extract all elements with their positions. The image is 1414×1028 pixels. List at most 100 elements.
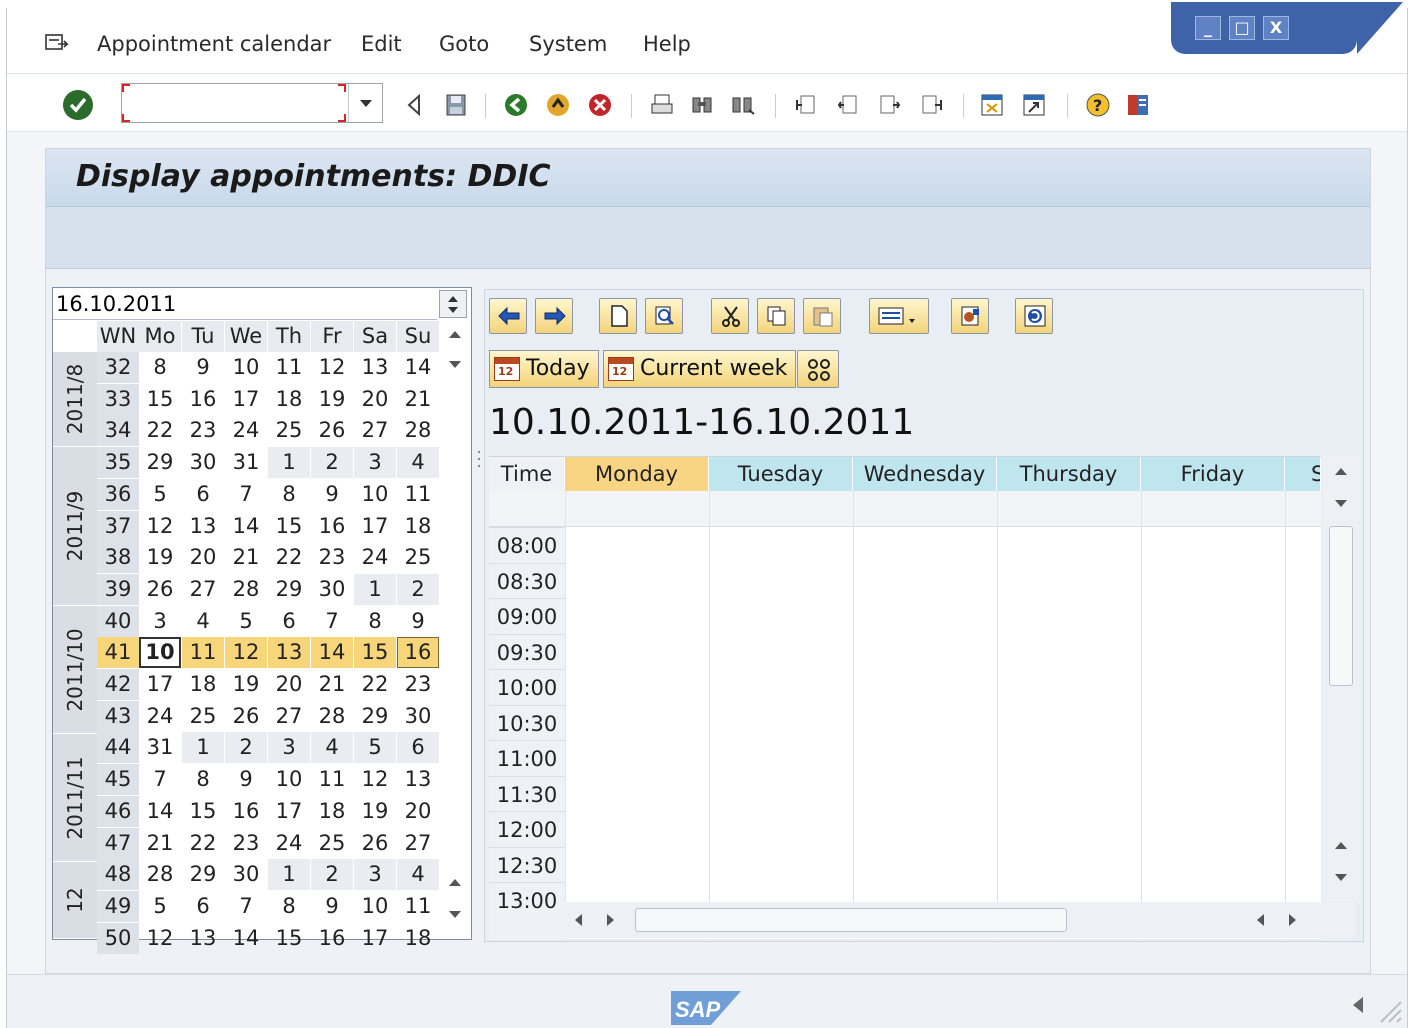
- day-cell[interactable]: 25: [397, 542, 439, 573]
- day-cell[interactable]: 14: [225, 923, 267, 954]
- day-cell[interactable]: 31: [139, 732, 181, 763]
- maximize-button[interactable]: □: [1229, 16, 1255, 40]
- cancel-icon[interactable]: [587, 92, 613, 118]
- week-number[interactable]: 34: [97, 415, 139, 447]
- day-cell[interactable]: 30: [311, 574, 353, 605]
- day-cell[interactable]: 16: [397, 637, 439, 669]
- view-select-button[interactable]: [869, 298, 929, 334]
- menu-edit[interactable]: Edit: [361, 32, 402, 56]
- scroll-down-icon[interactable]: [1335, 874, 1347, 881]
- exit-icon[interactable]: [545, 92, 571, 118]
- week-row[interactable]: 44 31 1 2 3 4 5 6: [97, 732, 439, 764]
- day-cell[interactable]: 1: [182, 732, 224, 764]
- system-menu-icon[interactable]: [45, 34, 69, 52]
- day-cell[interactable]: 24: [225, 415, 267, 446]
- day-cell[interactable]: 9: [225, 764, 267, 795]
- day-cell[interactable]: 9: [182, 352, 224, 383]
- day-cell[interactable]: 3: [268, 732, 310, 764]
- refresh-button[interactable]: [1015, 298, 1053, 334]
- command-history-dropdown[interactable]: [348, 84, 382, 122]
- day-cell[interactable]: 2: [225, 732, 267, 764]
- navigator-scrollbar[interactable]: [439, 321, 471, 939]
- enter-icon[interactable]: [63, 90, 93, 120]
- day-cell[interactable]: 20: [268, 669, 310, 700]
- day-cell[interactable]: 14: [397, 352, 439, 383]
- week-number[interactable]: 43: [97, 700, 139, 732]
- day-cell[interactable]: 19: [311, 384, 353, 415]
- week-row[interactable]: 37 12 13 14 15 16 17 18: [97, 510, 439, 543]
- day-cell[interactable]: 10: [139, 637, 181, 669]
- week-number[interactable]: 50: [97, 922, 139, 954]
- copy-button[interactable]: [757, 298, 795, 334]
- day-cell[interactable]: 17: [354, 511, 396, 542]
- splitter-handle-icon[interactable]: [476, 449, 482, 469]
- horizontal-scroll-thumb[interactable]: [635, 908, 1067, 932]
- day-cell[interactable]: 23: [182, 415, 224, 446]
- previous-page-icon[interactable]: [835, 92, 861, 118]
- day-cell[interactable]: 17: [268, 796, 310, 827]
- day-cell[interactable]: 11: [311, 764, 353, 795]
- day-cell[interactable]: 7: [311, 606, 353, 637]
- first-page-icon[interactable]: [793, 92, 819, 118]
- day-cell[interactable]: 26: [354, 828, 396, 859]
- day-cell[interactable]: 23: [225, 828, 267, 859]
- day-cell[interactable]: 25: [311, 828, 353, 859]
- week-row[interactable]: 46 14 15 16 17 18 19 20: [97, 795, 439, 828]
- week-row[interactable]: 38 19 20 21 22 23 24 25: [97, 542, 439, 574]
- day-cell[interactable]: 13: [268, 637, 310, 669]
- day-cell[interactable]: 18: [397, 923, 439, 954]
- day-cell[interactable]: 21: [139, 828, 181, 859]
- day-cell[interactable]: 19: [225, 669, 267, 700]
- week-row[interactable]: 41 10 11 12 13 14 15 16: [97, 637, 439, 669]
- day-cell[interactable]: 30: [182, 447, 224, 478]
- back-icon[interactable]: [401, 92, 427, 118]
- day-cell[interactable]: 16: [225, 796, 267, 827]
- column-header-tuesday[interactable]: Tuesday: [709, 457, 853, 491]
- day-cell[interactable]: 27: [182, 574, 224, 605]
- shortcut-icon[interactable]: [1021, 92, 1047, 118]
- create-appointment-button[interactable]: [599, 298, 637, 334]
- day-cell[interactable]: 7: [139, 764, 181, 795]
- week-row[interactable]: 34 22 23 24 25 26 27 28: [97, 415, 439, 447]
- day-cell[interactable]: 3: [354, 859, 396, 891]
- day-cell[interactable]: 5: [225, 606, 267, 637]
- week-row[interactable]: 32 8 9 10 11 12 13 14: [97, 352, 439, 384]
- day-cell[interactable]: 14: [311, 637, 353, 669]
- scroll-up-icon[interactable]: [1335, 468, 1347, 475]
- day-cell[interactable]: 14: [225, 511, 267, 542]
- day-cell[interactable]: 8: [182, 764, 224, 795]
- today-button[interactable]: 12 Today: [489, 350, 599, 388]
- command-field[interactable]: [121, 83, 383, 123]
- day-cell[interactable]: 1: [354, 573, 396, 605]
- day-cell[interactable]: 23: [397, 669, 439, 700]
- day-cell[interactable]: 12: [139, 923, 181, 954]
- week-row[interactable]: 40 3 4 5 6 7 8 9: [97, 605, 439, 638]
- week-number[interactable]: 42: [97, 669, 139, 700]
- day-cell[interactable]: 27: [268, 701, 310, 732]
- day-cell[interactable]: 7: [225, 891, 267, 922]
- scroll-up-icon[interactable]: [449, 879, 461, 886]
- status-toggle-icon[interactable]: [1353, 997, 1363, 1013]
- week-row[interactable]: 49 5 6 7 8 9 10 11: [97, 890, 439, 923]
- day-cell[interactable]: 15: [182, 796, 224, 827]
- create-session-icon[interactable]: [979, 92, 1005, 118]
- day-cell[interactable]: 16: [311, 923, 353, 954]
- day-cell[interactable]: 26: [225, 701, 267, 732]
- week-number[interactable]: 38: [97, 542, 139, 574]
- day-cell[interactable]: 18: [311, 796, 353, 827]
- day-cell[interactable]: 12: [311, 352, 353, 383]
- day-cell[interactable]: 7: [225, 479, 267, 510]
- day-cell[interactable]: 17: [139, 669, 181, 700]
- day-cell[interactable]: 22: [139, 415, 181, 446]
- day-cell[interactable]: 15: [354, 637, 396, 669]
- day-cell[interactable]: 16: [182, 384, 224, 415]
- day-cell[interactable]: 30: [397, 701, 439, 732]
- day-cell[interactable]: 24: [268, 828, 310, 859]
- spin-up-icon[interactable]: [448, 296, 458, 302]
- day-cell[interactable]: 21: [397, 384, 439, 415]
- day-cell[interactable]: 3: [139, 606, 181, 637]
- day-cell[interactable]: 13: [182, 511, 224, 542]
- navigator-date-field[interactable]: 16.10.2011: [53, 288, 437, 320]
- day-cell[interactable]: 15: [268, 511, 310, 542]
- column-header-monday[interactable]: Monday: [565, 457, 709, 491]
